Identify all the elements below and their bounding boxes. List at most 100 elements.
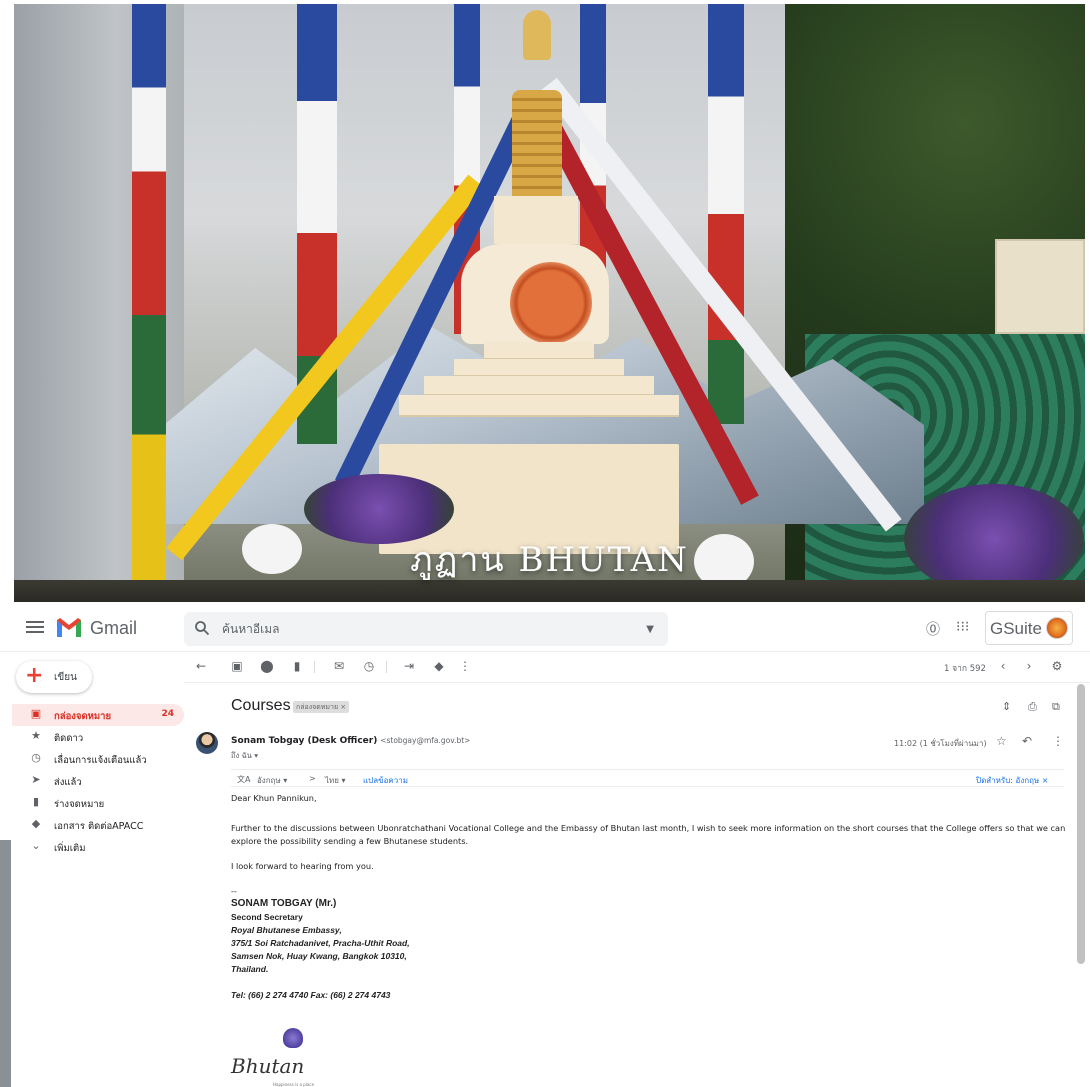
message-pane: Courses กล่องจดหมาย × ⇕ ⎙ ⧉ Sonam Tobgay… xyxy=(184,684,1074,1087)
sidebar-item-snoozed[interactable]: ◷ เลื่อนการแจ้งเตือนแล้ว xyxy=(0,748,180,770)
pagination-count: 1 จาก 592 xyxy=(944,664,986,674)
expand-all-icon[interactable]: ⇕ xyxy=(1002,700,1011,713)
translate-message-link[interactable]: แปลข้อความ xyxy=(363,774,408,787)
search-bar[interactable]: ▼ xyxy=(184,612,668,646)
older-chevron-icon[interactable]: › xyxy=(1022,659,1036,673)
send-icon: ➤ xyxy=(31,773,41,786)
more-vert-icon[interactable]: ⋮ xyxy=(1052,734,1064,748)
gsuite-account-button[interactable]: GSuite xyxy=(985,611,1073,645)
sidebar-item-label: กล่องจดหมาย xyxy=(54,711,112,722)
bhutan-logo: Bhutan Happiness is a place xyxy=(231,1024,331,1087)
sender-line: Sonam Tobgay (Desk Officer) <stobgay@mfa… xyxy=(231,736,470,746)
toolbar-divider xyxy=(386,661,387,673)
sidebar-item-label: ร่างจดหมาย xyxy=(54,799,105,810)
message-scrollbar[interactable] xyxy=(1077,684,1085,964)
gmail-wordmark: Gmail xyxy=(90,618,138,638)
arrow-right-icon: > xyxy=(309,774,316,783)
sign-board xyxy=(995,239,1085,334)
stupa-step-3 xyxy=(424,376,654,396)
sidebar-item-drafts[interactable]: ▮ ร่างจดหมาย xyxy=(0,792,180,814)
logo-word: Bhutan xyxy=(231,1054,305,1078)
star-icon[interactable]: ☆ xyxy=(996,734,1007,748)
gsuite-label: GSuite xyxy=(990,619,1042,638)
sidebar-item-sent[interactable]: ➤ ส่งแล้ว xyxy=(0,770,180,792)
search-options-icon[interactable]: ▼ xyxy=(646,624,654,635)
turn-off-translation-link[interactable]: ปิดสำหรับ: อังกฤษ × xyxy=(976,774,1048,787)
sender-email: <stobgay@mfa.gov.bt> xyxy=(380,736,471,745)
print-icon[interactable]: ⎙ xyxy=(1028,700,1037,714)
window-edge xyxy=(0,840,11,1087)
translate-bar: 文A อังกฤษ ▾ > ไทย ▾ แปลข้อความ ปิดสำหรับ… xyxy=(231,769,1064,787)
sender-name[interactable]: Sonam Tobgay (Desk Officer) xyxy=(231,736,377,746)
translate-icon: 文A xyxy=(237,775,251,784)
sidebar-item-label: เพิ่มเติม xyxy=(54,843,86,854)
sidebar-item-label: เอกสาร ติดต่อAPACC xyxy=(54,821,144,832)
reply-icon[interactable]: ↶ xyxy=(1022,734,1032,748)
clock-icon: ◷ xyxy=(31,751,41,764)
message-time: 11:02 (1 ชั่วโมงที่ผ่านมา) xyxy=(894,739,987,748)
settings-gear-icon[interactable]: ⚙ xyxy=(1050,659,1064,673)
greeting: Dear Khun Pannikun, xyxy=(231,793,317,803)
sidebar-item-label: เลื่อนการแจ้งเตือนแล้ว xyxy=(54,755,147,766)
unread-count: 24 xyxy=(161,709,174,719)
signature-dash: -- xyxy=(231,886,237,896)
sidebar-item-starred[interactable]: ★ ติดดาว xyxy=(0,726,180,748)
message-subject: Courses xyxy=(231,697,291,714)
signature-contact: Tel: (66) 2 274 4740 Fax: (66) 2 274 474… xyxy=(231,990,391,1000)
sidebar-item-inbox[interactable]: ▣ กล่องจดหมาย 24 xyxy=(12,704,184,726)
flag-pole-1 xyxy=(132,4,166,602)
paragraph-1: Further to the discussions between Ubonr… xyxy=(231,823,1066,846)
delete-icon[interactable]: ▮ xyxy=(290,659,304,673)
signature-address-2: Samsen Nok, Huay Kwang, Bangkok 10310, xyxy=(231,951,407,961)
stupa-finial xyxy=(523,10,551,60)
signature-address-1: 375/1 Soi Ratchadanivet, Pracha-Uthit Ro… xyxy=(231,938,410,948)
newer-chevron-icon[interactable]: ‹ xyxy=(996,659,1010,673)
banner-title: ภูฏาน BHUTAN xyxy=(410,540,689,580)
draft-icon: ▮ xyxy=(32,795,40,808)
back-arrow-icon[interactable]: ← xyxy=(194,659,208,673)
stupa-spire xyxy=(512,90,562,200)
report-spam-icon[interactable]: ⬤ xyxy=(260,659,274,673)
sidebar-item-label: ติดดาว xyxy=(54,733,84,744)
sidebar-item-apacc[interactable]: ◆ เอกสาร ติดต่อAPACC xyxy=(0,814,180,836)
apps-icon[interactable]: ⁝⁝⁝ xyxy=(956,619,969,635)
flag-pole-5 xyxy=(708,4,744,424)
label-icon: ◆ xyxy=(31,817,41,830)
search-icon[interactable] xyxy=(194,620,210,636)
stupa-step-2 xyxy=(454,359,624,377)
signature-name: SONAM TOBGAY (Mr.) xyxy=(231,898,337,909)
signature-title: Second Secretary xyxy=(231,912,303,922)
open-new-window-icon[interactable]: ⧉ xyxy=(1052,700,1060,714)
gmail-logo-icon xyxy=(57,618,81,637)
recipient-line[interactable]: ถึง ฉัน ▾ xyxy=(231,750,258,762)
toolbar-divider xyxy=(314,661,315,673)
mark-unread-icon[interactable]: ✉ xyxy=(332,659,346,673)
stupa-step-1 xyxy=(484,342,594,360)
compose-button[interactable]: + เขียน xyxy=(16,661,92,693)
inbox-icon: ▣ xyxy=(30,707,42,720)
sender-avatar[interactable] xyxy=(196,732,218,754)
sidebar-nav: ▣ กล่องจดหมาย 24 ★ ติดดาว ◷ เลื่อนการแจ้… xyxy=(0,704,184,858)
target-language-select[interactable]: ไทย ▾ xyxy=(325,774,346,787)
sidebar-item-more[interactable]: ⌄ เพิ่มเติม xyxy=(0,836,180,858)
paragraph-2: I look forward to hearing from you. xyxy=(231,861,374,871)
buddha-medallion xyxy=(510,262,592,344)
message-toolbar: ← ▣ ⬤ ▮ ✉ ◷ ⇥ ◆ ⋮ 1 จาก 592 ‹ › ⚙ xyxy=(184,653,1090,683)
source-language-select[interactable]: อังกฤษ ▾ xyxy=(257,774,287,787)
help-icon[interactable]: ⓪ xyxy=(926,619,940,639)
signature-country: Thailand. xyxy=(231,964,269,974)
compose-label: เขียน xyxy=(54,672,77,683)
snooze-icon[interactable]: ◷ xyxy=(362,659,376,673)
more-vert-icon[interactable]: ⋮ xyxy=(458,659,472,673)
main-menu-button[interactable] xyxy=(26,618,44,638)
gmail-header: Gmail ▼ ⓪ ⁝⁝⁝ GSuite xyxy=(0,604,1090,652)
org-avatar[interactable] xyxy=(1046,617,1068,639)
inbox-label-chip[interactable]: กล่องจดหมาย × xyxy=(293,701,350,713)
labels-icon[interactable]: ◆ xyxy=(432,659,446,673)
archive-icon[interactable]: ▣ xyxy=(230,659,244,673)
move-to-icon[interactable]: ⇥ xyxy=(402,659,416,673)
star-icon: ★ xyxy=(31,729,41,742)
plus-icon: + xyxy=(25,663,44,688)
chevron-down-icon: ⌄ xyxy=(31,839,41,852)
search-input[interactable] xyxy=(222,618,622,640)
